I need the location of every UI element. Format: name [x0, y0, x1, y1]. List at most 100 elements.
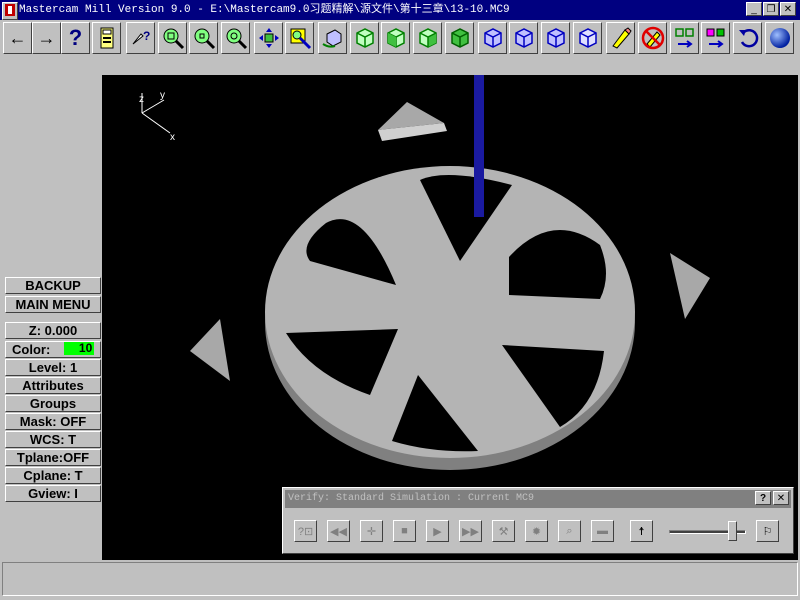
main-menu-button[interactable]: MAIN MENU	[5, 296, 101, 313]
axis-x-label: x	[170, 132, 175, 143]
undo-button[interactable]	[733, 22, 762, 54]
zoom-verify-button[interactable]: ⌕	[558, 520, 581, 542]
rotate-view-icon	[321, 29, 341, 48]
view-side-button[interactable]	[413, 22, 442, 54]
view-top-button[interactable]	[350, 22, 379, 54]
attributes-button[interactable]: Attributes	[5, 377, 101, 394]
undo-arrow-icon	[738, 29, 758, 48]
verify-close-button[interactable]: ✕	[773, 491, 789, 505]
mastercam-app-icon[interactable]	[2, 2, 18, 20]
tool-icon: ⚒	[498, 525, 509, 538]
page-arrow-right-icon	[674, 28, 694, 48]
cplane-side-button[interactable]	[541, 22, 570, 54]
page-arrow-icon	[706, 28, 724, 48]
stop-button[interactable]: ■	[393, 520, 416, 542]
cutting-tool	[474, 75, 484, 217]
fast-forward-button[interactable]: ▶▶	[459, 520, 482, 542]
page-forward-button[interactable]: →	[32, 22, 61, 54]
calculator-icon	[100, 27, 113, 49]
view-front-button[interactable]	[381, 22, 410, 54]
blue-cube-3d-icon	[578, 28, 597, 48]
backup-button[interactable]: BACKUP	[5, 277, 101, 294]
cplane-3d-button[interactable]	[573, 22, 602, 54]
fast-run-button[interactable]: ⚐	[756, 520, 779, 542]
stop-icon: ■	[401, 525, 408, 537]
tool-display-button[interactable]: ⚒	[492, 520, 515, 542]
rotate-handle-left	[190, 319, 230, 381]
blue-cube-icon	[483, 28, 502, 48]
speed-slider-thumb[interactable]	[728, 521, 738, 541]
step-target-button[interactable]: ✛	[360, 520, 383, 542]
axis-z-label: z	[139, 94, 144, 105]
maximize-button[interactable]: ❐	[763, 2, 779, 16]
blue-cube-front-icon	[514, 28, 533, 48]
settings-icon: ?⊡	[297, 525, 314, 538]
rotate-handle-right	[670, 253, 710, 319]
rewind-button[interactable]: ◀◀	[327, 520, 350, 542]
zoom-target-button[interactable]	[221, 22, 250, 54]
green-cube-side-icon	[418, 28, 437, 48]
rotate-view-button[interactable]	[318, 22, 347, 54]
analyze-button[interactable]: ?	[126, 22, 155, 54]
mask-button[interactable]: Mask: OFF	[5, 413, 101, 430]
question-mark-icon: ?	[68, 25, 83, 50]
toolbar-prev-button[interactable]	[701, 22, 730, 54]
step-play-icon: ▶	[433, 525, 442, 538]
cplane-button[interactable]: Cplane: T	[5, 467, 101, 484]
no-pencil-icon	[641, 26, 664, 50]
step-button[interactable]: ▶	[426, 520, 449, 542]
view-iso-button[interactable]	[445, 22, 474, 54]
minimize-button[interactable]: _	[746, 2, 762, 16]
run-mode-button[interactable]: ☨	[630, 520, 653, 542]
flash-icon: ✹	[531, 525, 542, 538]
select-zoom-button[interactable]	[285, 22, 314, 54]
flash-button[interactable]: ✹	[525, 520, 548, 542]
toolbar: ← → ? ?	[0, 22, 800, 58]
folder-icon: ▬	[597, 525, 608, 537]
screen-clear-button[interactable]	[638, 22, 667, 54]
cplane-front-button[interactable]	[509, 22, 538, 54]
axis-y-label: y	[160, 90, 165, 101]
zoom-out-icon	[194, 28, 215, 50]
axis-triad	[141, 93, 171, 134]
page-back-button[interactable]: ←	[3, 22, 32, 54]
save-stl-button[interactable]: ▬	[591, 520, 614, 542]
prompt-bar	[2, 562, 798, 596]
verify-help-button[interactable]: ?	[755, 491, 771, 505]
crosshair-icon: ✛	[366, 525, 377, 538]
green-cube-icon	[355, 28, 374, 48]
cplane-top-button[interactable]	[478, 22, 507, 54]
color-swatch: 10	[64, 342, 95, 355]
color-button[interactable]: Color: 10	[5, 341, 101, 358]
verify-settings-button[interactable]: ?⊡	[294, 520, 317, 542]
main-menu-panel: BACKUP MAIN MENU Z: 0.000 Color: 10 Level…	[2, 75, 102, 560]
z-depth-button[interactable]: Z: 0.000	[5, 322, 101, 339]
verify-dialog: Verify: Standard Simulation : Current MC…	[282, 487, 794, 554]
close-button[interactable]: ✕	[780, 2, 796, 16]
pencil-eraser-icon	[611, 27, 632, 49]
help-button[interactable]: ?	[61, 22, 90, 54]
arrow-right-icon: →	[37, 27, 56, 48]
runner-icon: ⚐	[762, 525, 773, 538]
svg-text:?: ?	[143, 29, 150, 43]
window-title: Mastercam Mill Version 9.0 - E:\Masterca…	[19, 4, 510, 16]
walker-icon: ☨	[638, 525, 645, 538]
zoom-target-icon	[226, 28, 247, 50]
arrow-left-icon: ←	[8, 27, 27, 48]
title-bar: Mastercam Mill Version 9.0 - E:\Masterca…	[0, 0, 800, 20]
tplane-button[interactable]: Tplane:OFF	[5, 449, 101, 466]
unzoom-button[interactable]	[189, 22, 218, 54]
level-button[interactable]: Level: 1	[5, 359, 101, 376]
zoom-window-button[interactable]	[158, 22, 187, 54]
wcs-button[interactable]: WCS: T	[5, 431, 101, 448]
calculator-button[interactable]	[92, 22, 121, 54]
shading-button[interactable]	[765, 22, 794, 54]
groups-button[interactable]: Groups	[5, 395, 101, 412]
fast-forward-icon: ▶▶	[462, 525, 479, 538]
green-cube-front-icon	[386, 28, 405, 48]
color-label: Color:	[12, 342, 51, 357]
delete-button[interactable]	[606, 22, 635, 54]
pan-button[interactable]	[254, 22, 283, 54]
gview-button[interactable]: Gview: I	[5, 485, 101, 502]
toolbar-next-button[interactable]	[670, 22, 699, 54]
